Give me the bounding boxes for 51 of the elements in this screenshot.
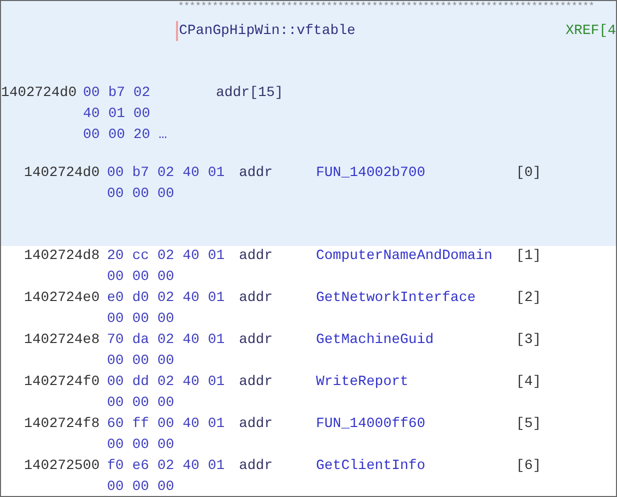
byte-text: 00 b7 02 40 01	[107, 164, 225, 183]
index-text: [5]	[516, 415, 542, 434]
byte-text: 00 00 00	[107, 185, 174, 204]
byte-text: 00 00 00	[107, 310, 174, 329]
function-link[interactable]: GetMachineGuid	[316, 330, 516, 351]
address-text: 1402724d0	[1, 84, 78, 103]
index-text: [1]	[516, 247, 542, 266]
mnemonic-text: addr	[239, 247, 274, 266]
address-text: 140272500	[24, 457, 101, 476]
byte-text: 20 cc 02 40 01	[107, 247, 225, 266]
byte-text: 40 01 00	[83, 105, 150, 124]
address-text: 1402724d0	[24, 164, 101, 183]
byte-text: e0 d0 02 40 01	[107, 289, 225, 308]
mnemonic-text: addr	[239, 289, 274, 308]
index-text: [6]	[516, 457, 542, 476]
index-text: [4]	[516, 373, 542, 392]
address-text: 1402724e0	[24, 289, 101, 308]
mnemonic-text: addr	[239, 164, 274, 183]
mnemonic-text: addr[15]	[216, 84, 284, 103]
byte-text: 00 b7 02	[83, 84, 150, 103]
function-link[interactable]: FUN_14002b700	[316, 163, 516, 184]
function-link[interactable]: GetClientInfo	[316, 456, 516, 477]
address-text: 1402724f8	[24, 415, 101, 434]
byte-text: 00 dd 02 40 01	[107, 373, 225, 392]
byte-text: 70 da 02 40 01	[107, 331, 225, 350]
label-text[interactable]: CPanGpHipWin::vftable	[179, 23, 356, 39]
index-text: [2]	[516, 289, 542, 308]
text-cursor	[176, 21, 178, 41]
byte-text: 00 00 00	[107, 352, 174, 371]
comment-stars: *************************************************************************	[178, 3, 596, 13]
byte-text: 60 ff 00 40 01	[107, 415, 225, 434]
address-text: 1402724f0	[24, 373, 101, 392]
address-text: 1402724e8	[24, 331, 101, 350]
function-link[interactable]: FUN_14000ff60	[316, 414, 516, 435]
byte-text: 00 00 00	[107, 268, 174, 287]
byte-text: 00 00 00	[107, 394, 174, 413]
byte-text: 00 00 00	[107, 436, 174, 455]
mnemonic-text: addr	[239, 373, 274, 392]
xref-link[interactable]: XREF[4	[566, 23, 616, 39]
function-link[interactable]: ComputerNameAndDomain	[316, 246, 516, 267]
function-link[interactable]: GetNetworkInterface	[316, 288, 516, 309]
mnemonic-text: addr	[239, 331, 274, 350]
index-text: [3]	[516, 331, 542, 350]
index-text: [0]	[516, 164, 542, 183]
address-text: 1402724d8	[24, 247, 101, 266]
byte-text: f0 e6 02 40 01	[107, 457, 225, 476]
mnemonic-text: addr	[239, 457, 274, 476]
function-link[interactable]: WriteReport	[316, 372, 516, 393]
byte-text: 00 00 20 …	[83, 126, 168, 145]
byte-text: 00 00 00	[107, 478, 174, 496]
mnemonic-text: addr	[239, 415, 274, 434]
